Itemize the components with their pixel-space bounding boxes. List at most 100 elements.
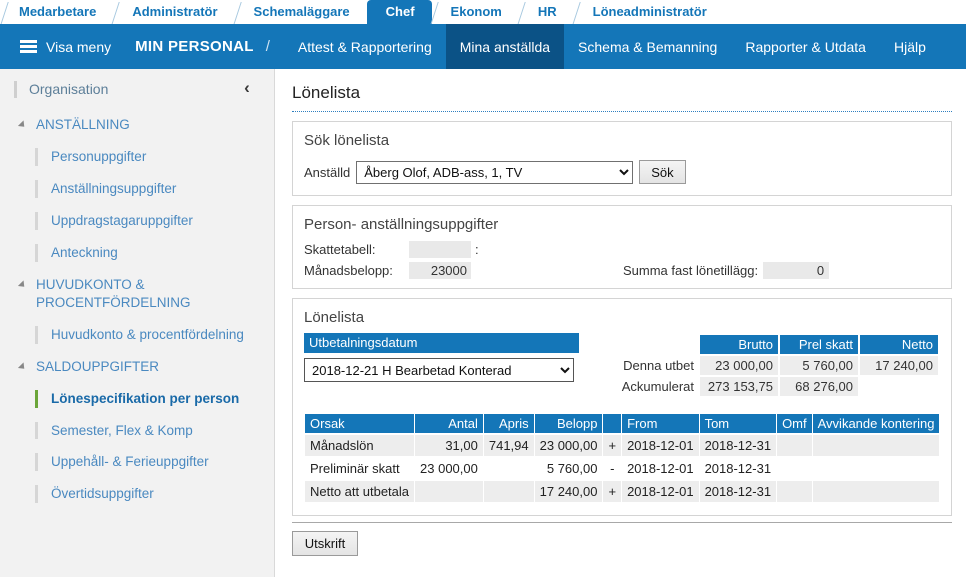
detail-cell-from: 2018-12-01 [622, 458, 699, 479]
detail-cell-from: 2018-12-01 [622, 481, 699, 502]
detail-col-tom: Tom [699, 414, 777, 433]
search-button[interactable]: Sök [639, 160, 686, 184]
nav-item-rapporter-utdata[interactable]: Rapporter & Utdata [731, 24, 880, 69]
detail-cell-antal: 23 000,00 [415, 458, 483, 479]
summary-cell: 273 153,75 [700, 377, 778, 396]
sidebar-item-marker [35, 243, 38, 262]
sidebar-group-saldouppgifter[interactable]: SALDOUPPGIFTER [0, 351, 274, 383]
sidebar-item-marker [35, 485, 38, 504]
detail-cell-omf [777, 458, 812, 479]
sidebar-item-label: Anteckning [51, 244, 118, 260]
sidebar-header-label: Organisation [29, 81, 109, 97]
sidebar-nav: ANSTÄLLNING Personuppgifter Anställningsup… [0, 109, 274, 510]
detail-cell-antal [415, 481, 483, 502]
summary-col-brutto: Brutto [700, 335, 778, 354]
detail-cell-apris [483, 458, 534, 479]
role-tab-chef[interactable]: Chef [366, 0, 432, 24]
detail-cell-kontering [812, 435, 940, 456]
detail-cell-kontering [812, 458, 940, 479]
detail-table-row[interactable]: Månadslön 31,00 741,94 23 000,00 +2018-12-01… [305, 435, 940, 456]
payment-date-select[interactable]: 2018-12-21 H Bearbetad Konterad [304, 358, 574, 382]
sidebar-item-anställningsuppgifter[interactable]: Anställningsuppgifter [35, 173, 274, 205]
detail-cell-omf [777, 481, 812, 502]
sidebar-item-huvudkonto-procentfördelning[interactable]: Huvudkonto & procentfördelning [35, 319, 274, 351]
detail-cell-from: 2018-12-01 [622, 435, 699, 456]
sidebar-item-lönespecifikation-per-person[interactable]: Lönespecifikation per person [35, 383, 274, 415]
detail-col-antal: Antal [415, 414, 483, 433]
caret-down-icon [17, 280, 28, 290]
detail-cell-antal: 31,00 [415, 435, 483, 456]
print-button[interactable]: Utskrift [292, 531, 358, 556]
nav-item-hj-lp[interactable]: Hjälp [880, 24, 940, 69]
sidebar-item-semester-flex-komp[interactable]: Semester, Flex & Komp [35, 415, 274, 447]
sidebar-item-övertidsuppgifter[interactable]: Övertidsuppgifter [35, 478, 274, 510]
detail-table-row[interactable]: Preliminär skatt 23 000,00 5 760,00-2018-1… [305, 458, 940, 479]
detail-cell-tom: 2018-12-31 [699, 435, 777, 456]
summary-row-label: Ackumulerat [621, 379, 694, 394]
summary-row: Denna utbet 23 000,00 5 760,00 17 240,00 [622, 356, 938, 375]
employee-select[interactable]: Åberg Olof, ADB-ass, 1, TV [356, 160, 634, 184]
summary-table-header-row: Brutto Prel skatt Netto [622, 335, 938, 354]
monthly-amount-value: 23000 [409, 262, 471, 279]
summary-table-body: Denna utbet 23 000,00 5 760,00 17 240,00 Ack… [622, 356, 938, 396]
detail-table-row[interactable]: Netto att utbetala 17 240,00 +2018-12-01 20… [305, 481, 940, 502]
nav-item-schema-bemanning[interactable]: Schema & Bemanning [564, 24, 731, 69]
person-panel-title: Person- anställningsuppgifter [304, 216, 499, 233]
sidebar-item-personuppgifter[interactable]: Personuppgifter [35, 141, 274, 173]
search-lonelista-panel: Sök lönelista Anställd Åberg Olof, ADB-a… [292, 121, 952, 196]
sidebar-item-label: Lönespecifikation per person [51, 390, 240, 406]
detail-cell-orsak: Netto att utbetala [305, 481, 415, 502]
sidebar-item-uppdragstagaruppgifter[interactable]: Uppdragstagaruppgifter [35, 205, 274, 237]
sidebar-group-label: SALDOUPPGIFTER [36, 358, 160, 374]
sidebar-item-anteckning[interactable]: Anteckning [35, 237, 274, 269]
sidebar-item-uppehåll-ferieuppgifter[interactable]: Uppehåll- & Ferieuppgifter [35, 446, 274, 478]
sidebar: Organisation ‹ ANSTÄLLNING Personuppgifte… [0, 69, 275, 577]
title-divider [292, 111, 952, 112]
detail-cell-belopp: 17 240,00 [534, 481, 603, 502]
sidebar-group-label: ANSTÄLLNING [36, 117, 130, 132]
role-tab-schemal-ggare[interactable]: Schemaläggare [234, 0, 367, 24]
sidebar-item-label: Uppehåll- & Ferieuppgifter [51, 454, 209, 470]
role-tab-hr[interactable]: HR [518, 0, 574, 24]
sidebar-item-label: Huvudkonto & procentfördelning [51, 326, 244, 342]
sidebar-item-label: Personuppgifter [51, 148, 147, 164]
detail-cell-orsak: Preliminär skatt [305, 458, 415, 479]
nav-item-attest-rapportering[interactable]: Attest & Rapportering [284, 24, 446, 69]
role-tab-ekonom[interactable]: Ekonom [431, 0, 519, 24]
detail-cell-sign: - [603, 458, 622, 479]
main-navbar: Visa meny MIN PERSONAL / Attest & Rappor… [0, 24, 966, 69]
detail-col-sign [603, 414, 622, 433]
tax-table-suffix: : [475, 242, 479, 257]
main-content: Lönelista Sök lönelista Anställd Åberg O… [276, 69, 966, 577]
page-title: Lönelista [292, 83, 361, 102]
summary-cell [860, 377, 938, 396]
role-tab-medarbetare[interactable]: Medarbetare [0, 0, 114, 24]
collapse-sidebar-icon[interactable]: ‹ [236, 77, 258, 99]
detail-cell-kontering [812, 481, 940, 502]
detail-cell-tom: 2018-12-31 [699, 481, 777, 502]
detail-col-apris: Apris [483, 414, 534, 433]
monthly-amount-label: Månadsbelopp: [304, 263, 393, 278]
tax-table-value [409, 241, 471, 258]
summary-table: Brutto Prel skatt Netto Denna utbet 23 000,… [620, 333, 940, 398]
detail-cell-apris: 741,94 [483, 435, 534, 456]
role-tab-l-neadministrat-r[interactable]: Löneadministratör [573, 0, 724, 24]
sidebar-header-marker [14, 80, 17, 98]
nav-item-mina-anst-llda[interactable]: Mina anställda [445, 24, 565, 69]
detail-table-body: Månadslön 31,00 741,94 23 000,00 +2018-12-01… [305, 435, 940, 502]
breadcrumb-separator: / [265, 38, 270, 55]
detail-cell-belopp: 5 760,00 [534, 458, 603, 479]
summary-cell: 17 240,00 [860, 356, 938, 375]
sidebar-group-anställning[interactable]: ANSTÄLLNING [0, 109, 274, 141]
sidebar-item-marker [35, 453, 38, 472]
sidebar-item-label: Semester, Flex & Komp [51, 422, 193, 438]
role-tab-strip: Medarbetare Administratör Schemaläggare Che… [0, 0, 966, 24]
brand-title: MIN PERSONAL [135, 38, 254, 55]
sidebar-group-huvudkonto-procentfördelning[interactable]: HUVUDKONTO & PROCENTFÖRDELNING [0, 269, 274, 319]
role-tab-administrat-r[interactable]: Administratör [113, 0, 235, 24]
sidebar-item-marker [35, 389, 38, 408]
caret-down-icon [17, 362, 28, 372]
show-menu-button[interactable]: Visa meny [0, 24, 125, 69]
summary-cell: 68 276,00 [780, 377, 858, 396]
summary-col-prel-skatt: Prel skatt [780, 335, 858, 354]
